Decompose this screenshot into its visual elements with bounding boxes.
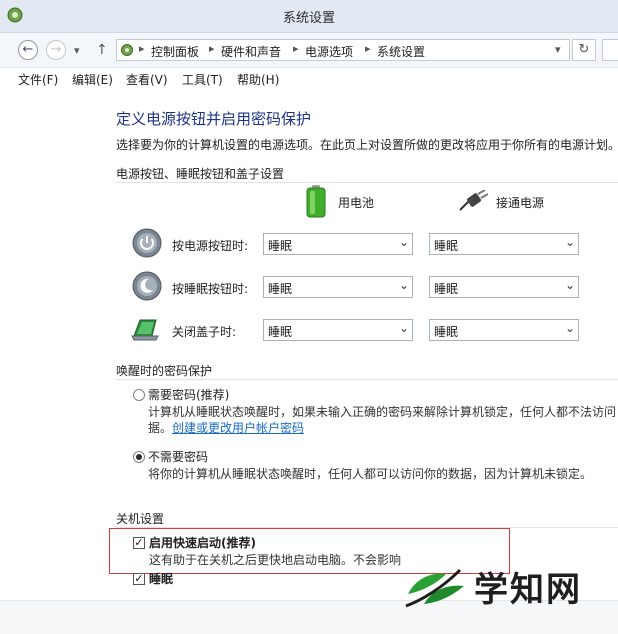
- create-password-link[interactable]: 创建或更改用户帐户密码: [172, 421, 304, 435]
- fast-startup-checkbox[interactable]: ✓: [133, 537, 145, 549]
- page-title: 定义电源按钮并启用密码保护: [116, 110, 312, 128]
- require-password-description: 计算机从睡眠状态唤醒时，如果未输入正确的密码来解除计算机锁定，任何人都不法访问: [148, 405, 617, 419]
- watermark: 学知网: [400, 560, 612, 610]
- select-value: 睡眠: [268, 282, 293, 296]
- navigation-bar: ← → ▾ ↑ ▸ 控制面板 ▸ 硬件和声音 ▸ 电源选项 ▸ 系统设置 ▾ ↻: [0, 33, 618, 68]
- arrow-left-icon: ←: [22, 42, 34, 57]
- sleep-button-icon: [132, 271, 162, 301]
- password-section-heading: 唤醒时的密码保护: [116, 364, 213, 378]
- sleep-button-label: 按睡眠按钮时:: [172, 282, 249, 296]
- breadcrumb-separator-icon: ▸: [209, 42, 215, 55]
- require-password-description-cont: 据。创建或更改用户帐户密码: [148, 419, 304, 436]
- divider: [116, 379, 618, 380]
- fast-startup-label[interactable]: 启用快速启动(推荐): [149, 534, 256, 551]
- description-tail: 据。: [148, 421, 173, 435]
- no-password-radio[interactable]: [133, 451, 145, 463]
- watermark-text: 学知网: [474, 570, 582, 610]
- close-lid-plugged-select[interactable]: 睡眠 ⌄: [429, 319, 579, 341]
- breadcrumb-hardware-sound[interactable]: 硬件和声音: [221, 43, 281, 60]
- menu-view[interactable]: 查看(V): [126, 71, 168, 88]
- window-title: 系统设置: [282, 11, 335, 26]
- chevron-down-icon: ⌄: [564, 235, 575, 249]
- leaf-logo-icon: [405, 568, 464, 608]
- sleep-button-plugged-select[interactable]: 睡眠 ⌄: [429, 276, 579, 298]
- plugged-in-column-label: 接通电源: [496, 196, 545, 210]
- select-value: 睡眠: [434, 282, 459, 296]
- fast-startup-description: 这有助于在关机之后更快地启动电脑。不会影响: [149, 553, 402, 567]
- breadcrumb-system-settings[interactable]: 系统设置: [377, 43, 425, 60]
- breadcrumb-separator-icon: ▸: [293, 42, 299, 55]
- power-button-label: 按电源按钮时:: [172, 239, 249, 253]
- chevron-down-icon: ⌄: [564, 321, 575, 335]
- refresh-button[interactable]: ↻: [572, 39, 596, 61]
- no-password-description: 将你的计算机从睡眠状态唤醒时，任何人都可以访问你的数据，因为计算机未锁定。: [148, 467, 593, 481]
- power-button-battery-select[interactable]: 睡眠 ⌄: [263, 233, 413, 255]
- require-password-radio[interactable]: [133, 389, 145, 401]
- chevron-down-icon: ⌄: [564, 278, 575, 292]
- no-password-label[interactable]: 不需要密码: [148, 448, 208, 465]
- battery-column-label: 用电池: [338, 196, 375, 210]
- menu-edit[interactable]: 编辑(E): [72, 71, 113, 88]
- sleep-button-battery-select[interactable]: 睡眠 ⌄: [263, 276, 413, 298]
- search-input[interactable]: [602, 39, 618, 61]
- up-button[interactable]: ↑: [96, 42, 108, 58]
- divider: [116, 182, 618, 183]
- shutdown-section-heading: 关机设置: [116, 512, 165, 526]
- breadcrumb-control-panel[interactable]: 控制面板: [151, 43, 199, 60]
- select-value: 睡眠: [434, 239, 459, 253]
- back-button[interactable]: ←: [18, 40, 38, 60]
- chevron-down-icon: ⌄: [398, 321, 409, 335]
- menu-bar: 文件(F) 编辑(E) 查看(V) 工具(T) 帮助(H): [0, 68, 618, 90]
- arrow-right-icon: →: [50, 42, 62, 57]
- chevron-down-icon: ⌄: [398, 278, 409, 292]
- select-value: 睡眠: [268, 325, 293, 339]
- close-lid-battery-select[interactable]: 睡眠 ⌄: [263, 319, 413, 341]
- title-bar: 系统设置: [0, 0, 618, 33]
- menu-tools[interactable]: 工具(T): [182, 71, 223, 88]
- menu-file[interactable]: 文件(F): [18, 71, 58, 88]
- arrow-up-icon: ↑: [96, 42, 108, 58]
- chevron-down-icon: ⌄: [398, 235, 409, 249]
- sleep-checkbox[interactable]: ✓: [133, 573, 145, 585]
- recent-pages-dropdown[interactable]: ▾: [74, 44, 80, 57]
- menu-help[interactable]: 帮助(H): [237, 71, 279, 88]
- power-button-plugged-select[interactable]: 睡眠 ⌄: [429, 233, 579, 255]
- battery-icon: [306, 185, 326, 218]
- power-button-icon: [132, 228, 162, 258]
- breadcrumb-separator-icon: ▸: [365, 42, 371, 55]
- select-value: 睡眠: [434, 325, 459, 339]
- laptop-lid-icon: [131, 319, 159, 341]
- address-bar[interactable]: ▸ 控制面板 ▸ 硬件和声音 ▸ 电源选项 ▸ 系统设置 ▾: [116, 39, 570, 61]
- breadcrumb-power-options[interactable]: 电源选项: [305, 43, 353, 60]
- sleep-label[interactable]: 睡眠: [149, 570, 173, 587]
- require-password-label[interactable]: 需要密码(推荐): [148, 386, 229, 403]
- power-section-heading: 电源按钮、睡眠按钮和盖子设置: [116, 167, 285, 181]
- page-description: 选择要为你的计算机设置的电源选项。在此页上对设置所做的更改将应用于你所有的电源计…: [116, 138, 618, 152]
- select-value: 睡眠: [268, 239, 293, 253]
- address-dropdown-icon[interactable]: ▾: [555, 43, 561, 56]
- plug-icon: [459, 190, 488, 211]
- refresh-icon: ↻: [578, 42, 590, 57]
- control-panel-icon: [121, 44, 133, 56]
- breadcrumb-separator-icon: ▸: [139, 42, 145, 55]
- close-lid-label: 关闭盖子时:: [172, 325, 237, 339]
- chevron-down-icon: ▾: [74, 44, 80, 57]
- forward-button[interactable]: →: [46, 40, 66, 60]
